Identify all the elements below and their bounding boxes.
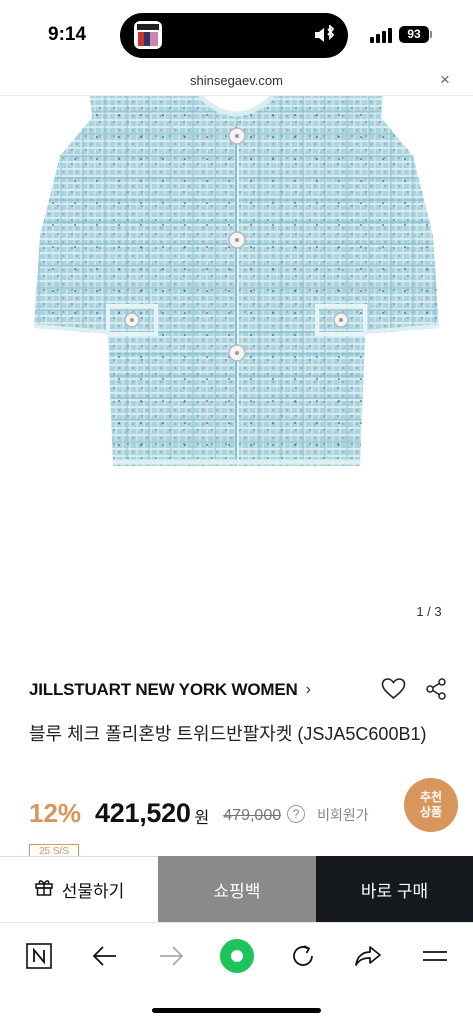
signal-icon [370,28,392,43]
home-indicator[interactable] [152,1008,321,1013]
now-playing-icon [134,21,162,49]
battery-tip [430,31,432,38]
url-bar[interactable]: shinsegaev.com × [0,66,473,96]
share-arrow-icon[interactable] [353,941,383,971]
original-price: 479,000 [223,806,282,824]
url-text[interactable]: shinsegaev.com [0,73,473,88]
heart-icon[interactable] [381,678,406,700]
discount-rate: 12% [29,798,82,828]
dynamic-island[interactable] [120,13,348,58]
back-arrow-icon[interactable] [90,941,120,971]
brand-name: JILLSTUART NEW YORK WOMEN [29,680,298,699]
product-name: 블루 체크 폴리혼방 트위드반팔자켓 (JSJA5C600B1) [29,724,427,744]
jacket-illustration [33,94,440,466]
sale-price: 421,520 [95,798,191,828]
recommend-button[interactable]: 추천 상품 [404,778,458,832]
image-counter: 1 / 3 [416,604,442,619]
gift-button[interactable]: 선물하기 [0,856,158,922]
forward-arrow-icon[interactable] [156,941,186,971]
member-price-label: 비회원가 [317,806,369,823]
close-icon[interactable]: × [440,70,450,90]
status-time: 9:14 [48,24,87,45]
recommend-line1: 추천 [419,790,443,804]
currency-unit: 원 [194,809,210,827]
bluetooth-icon [313,23,337,50]
refresh-icon[interactable] [288,941,318,971]
help-icon[interactable]: ? [287,804,306,823]
price-row: 12% 421,520 원 479,000 ? 비회원가 [29,798,369,829]
n-icon[interactable] [24,941,54,971]
brand-link[interactable]: JILLSTUART NEW YORK WOMEN › [29,680,311,700]
purchase-action-bar: 선물하기 쇼핑백 바로 구매 [0,856,473,922]
gift-icon [34,877,54,902]
product-image[interactable] [0,94,473,636]
menu-icon[interactable] [420,941,450,971]
battery-icon: 93 [399,26,429,43]
status-bar: 9:14 93 [0,0,473,70]
buy-now-button[interactable]: 바로 구매 [316,856,473,922]
share-icon[interactable] [425,678,447,700]
green-dot-icon[interactable] [218,937,256,975]
gift-label: 선물하기 [61,882,125,901]
shopping-bag-button[interactable]: 쇼핑백 [158,856,316,922]
chevron-right-icon: › [305,681,311,698]
recommend-line2: 상품 [419,805,443,819]
browser-toolbar [0,922,473,986]
